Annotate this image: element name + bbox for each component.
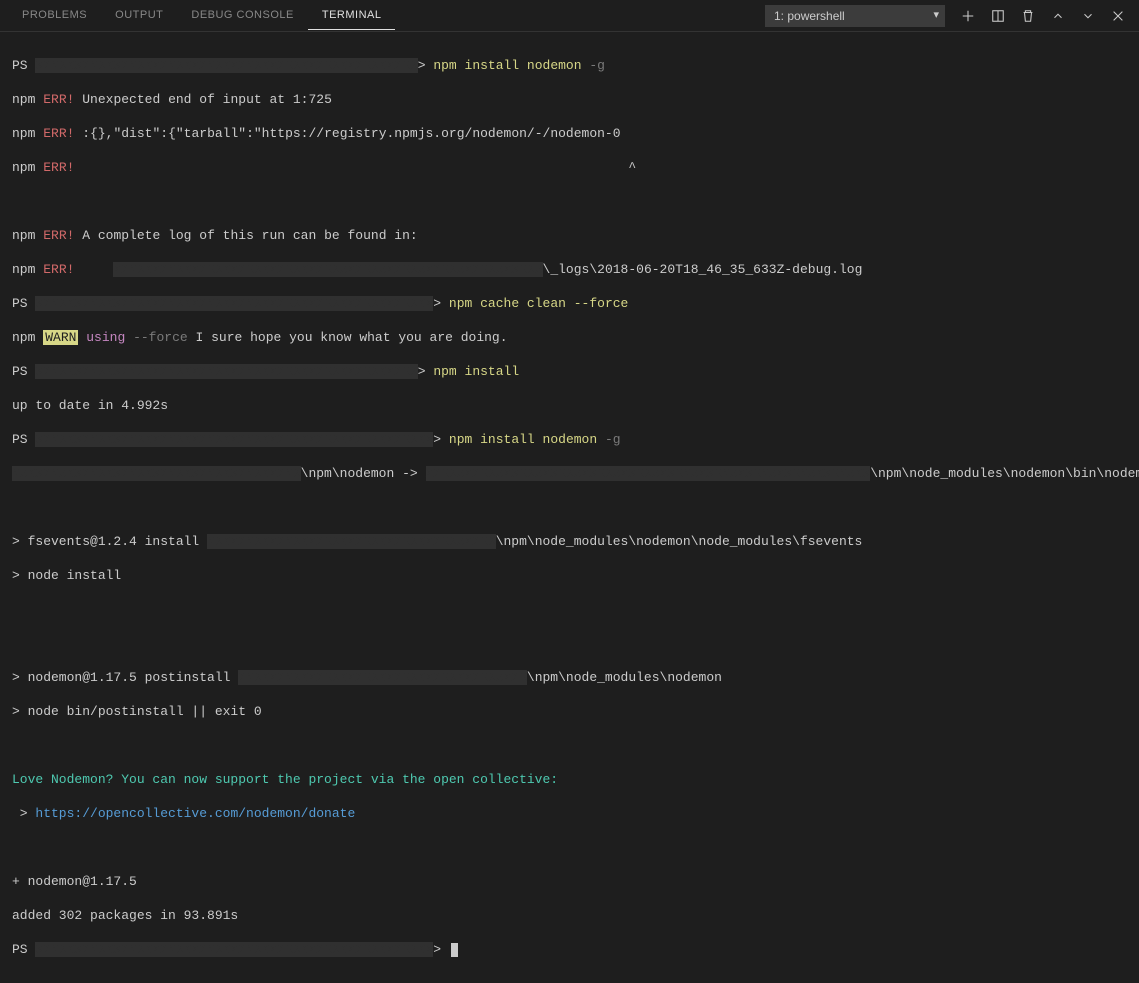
donate-prefix: >	[12, 806, 35, 821]
split-terminal-button[interactable]	[985, 3, 1011, 29]
maximize-panel-button[interactable]	[1045, 3, 1071, 29]
npm-label: npm	[12, 228, 35, 243]
redacted-path: XXXXXXXXXXXXXXXXXXXXXXXXXXXXXXXXXXXXXXXX…	[35, 58, 417, 73]
npm-label: npm	[12, 330, 35, 345]
err-caret: ^	[82, 160, 636, 175]
tab-output[interactable]: OUTPUT	[101, 1, 177, 30]
panel-tabs: PROBLEMS OUTPUT DEBUG CONSOLE TERMINAL	[8, 1, 765, 30]
prompt-caret: >	[433, 432, 441, 447]
chevron-down-icon[interactable]	[1075, 3, 1101, 29]
redacted-path: XXXXXXXXXXXXXXXXXXXXXXXXXXXXXXXXXXXXXXXX…	[426, 466, 871, 481]
npm-label: npm	[12, 160, 35, 175]
donate-link[interactable]: https://opencollective.com/nodemon/donat…	[35, 806, 355, 821]
path-segment: \npm\node_modules\nodemon\node_modules\f…	[496, 534, 863, 549]
warn-using: using	[86, 330, 125, 345]
path-segment: \npm\node_modules\nodemon\bin\nodemon.js	[870, 466, 1139, 481]
new-terminal-button[interactable]	[955, 3, 981, 29]
lifecycle-line: > node install	[12, 567, 1127, 584]
err-label: ERR!	[43, 262, 74, 277]
tab-terminal[interactable]: TERMINAL	[308, 1, 396, 30]
terminal-selector[interactable]: 1: powershell	[765, 5, 945, 27]
prompt-caret: >	[433, 942, 441, 957]
cmd-text: npm install nodemon	[433, 58, 581, 73]
err-msg: A complete log of this run can be found …	[82, 228, 417, 243]
err-label: ERR!	[43, 126, 74, 141]
path-segment: \npm\nodemon ->	[301, 466, 418, 481]
redacted-path: XXXXXXXXXXXXXXXXXXXXXXXXXXXXXXXXXXXXXXXX…	[35, 432, 433, 447]
prompt-caret: >	[418, 58, 426, 73]
redacted-path: XXXXXXXXXXXXXXXXXXXXXXXXXXXXXXXXXXXXX	[12, 466, 301, 481]
warn-force: --force	[133, 330, 188, 345]
err-msg: :{},"dist":{"tarball":"https://registry.…	[82, 126, 620, 141]
terminal-output[interactable]: PS XXXXXXXXXXXXXXXXXXXXXXXXXXXXXXXXXXXXX…	[0, 32, 1139, 983]
prompt: PS	[12, 432, 28, 447]
prompt-caret: >	[433, 296, 441, 311]
cmd-text: npm install nodemon	[449, 432, 597, 447]
cmd-text: npm install	[433, 364, 519, 379]
cmd-flag: -g	[605, 432, 621, 447]
install-summary: added 302 packages in 93.891s	[12, 907, 1127, 924]
lifecycle-line: > node bin/postinstall || exit 0	[12, 703, 1127, 720]
redacted-path: XXXXXXXXXXXXXXXXXXXXXXXXXXXXXXXXXXXXXXXX…	[35, 942, 433, 957]
err-label: ERR!	[43, 160, 74, 175]
npm-label: npm	[12, 126, 35, 141]
prompt: PS	[12, 942, 28, 957]
warn-msg: I sure hope you know what you are doing.	[188, 330, 508, 345]
output-line: up to date in 4.992s	[12, 397, 1127, 414]
donate-msg: Love Nodemon? You can now support the pr…	[12, 771, 1127, 788]
install-summary: + nodemon@1.17.5	[12, 873, 1127, 890]
log-path: \_logs\2018-06-20T18_46_35_633Z-debug.lo…	[543, 262, 863, 277]
redacted-path: XXXXXXXXXXXXXXXXXXXXXXXXXXXXXXXXXXXXXXXX…	[35, 296, 433, 311]
warn-label: WARN	[43, 330, 78, 345]
kill-terminal-button[interactable]	[1015, 3, 1041, 29]
prompt: PS	[12, 296, 28, 311]
npm-label: npm	[12, 92, 35, 107]
redacted-path: XXXXXXXXXXXXXXXXXXXXXXXXXXXXXXXXXXXXX	[238, 670, 527, 685]
close-panel-button[interactable]	[1105, 3, 1131, 29]
lifecycle-line: > fsevents@1.2.4 install	[12, 534, 199, 549]
err-label: ERR!	[43, 92, 74, 107]
lifecycle-line: > nodemon@1.17.5 postinstall	[12, 670, 230, 685]
cmd-text: npm cache clean --force	[449, 296, 628, 311]
redacted-path: XXXXXXXXXXXXXXXXXXXXXXXXXXXXXXXXXXXXX	[207, 534, 496, 549]
tab-problems[interactable]: PROBLEMS	[8, 1, 101, 30]
cursor	[451, 943, 458, 957]
terminal-toolbar: 1: powershell	[765, 3, 1131, 29]
redacted-path: XXXXXXXXXXXXXXXXXXXXXXXXXXXXXXXXXXXXXXXX…	[113, 262, 542, 277]
prompt: PS	[12, 58, 28, 73]
redacted-path: XXXXXXXXXXXXXXXXXXXXXXXXXXXXXXXXXXXXXXXX…	[35, 364, 417, 379]
err-label: ERR!	[43, 228, 74, 243]
panel-header: PROBLEMS OUTPUT DEBUG CONSOLE TERMINAL 1…	[0, 0, 1139, 32]
cmd-flag: -g	[589, 58, 605, 73]
err-msg: Unexpected end of input at 1:725	[82, 92, 332, 107]
npm-label: npm	[12, 262, 35, 277]
prompt: PS	[12, 364, 28, 379]
tab-debug-console[interactable]: DEBUG CONSOLE	[177, 1, 307, 30]
prompt-caret: >	[418, 364, 426, 379]
path-segment: \npm\node_modules\nodemon	[527, 670, 722, 685]
